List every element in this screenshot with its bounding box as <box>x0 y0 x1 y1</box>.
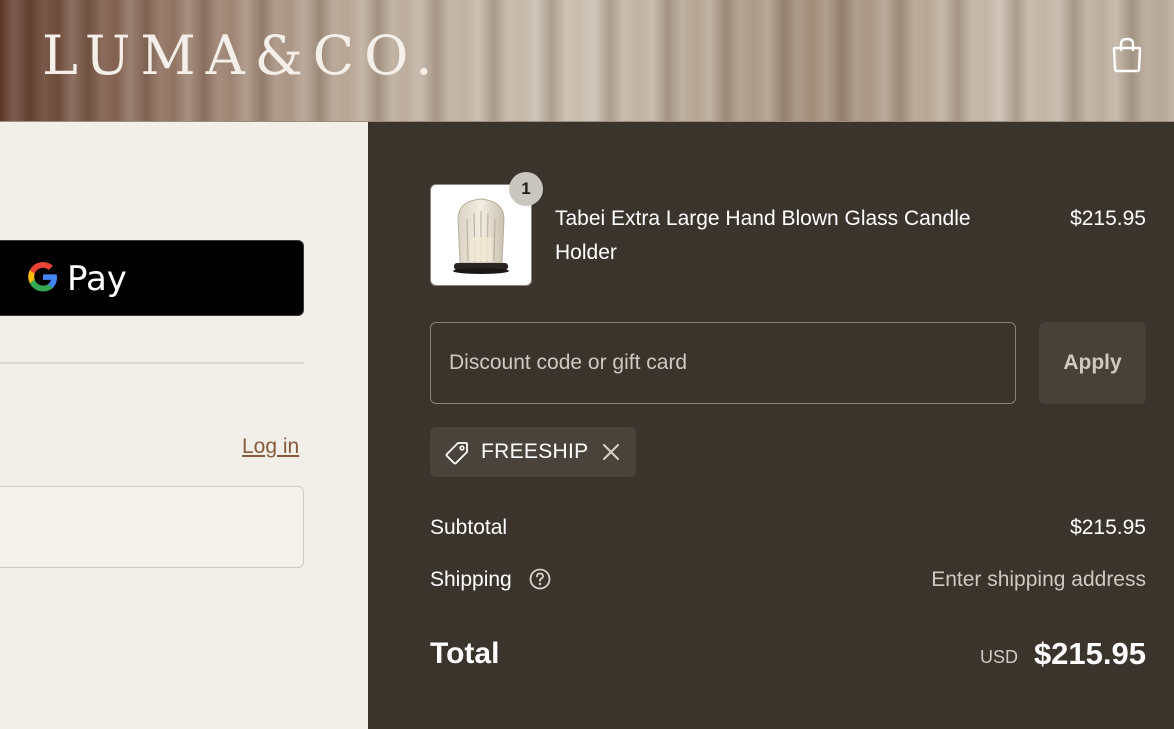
total-label: Total <box>430 637 500 670</box>
quantity-badge: 1 <box>509 172 543 206</box>
shipping-value: Enter shipping address <box>931 568 1146 591</box>
shipping-label: Shipping <box>430 568 512 591</box>
total-value: $215.95 <box>1033 636 1146 671</box>
tag-icon <box>445 442 468 465</box>
total-currency: USD <box>979 647 1018 667</box>
checkout-form-panel: Pay Log in <box>0 122 368 729</box>
apply-discount-button[interactable]: Apply <box>1039 322 1146 404</box>
close-icon[interactable] <box>602 443 620 461</box>
login-link[interactable]: Log in <box>242 434 299 460</box>
order-summary-panel: 1 Tabei Extra Large Hand Blown Glass Can… <box>368 122 1174 729</box>
applied-discount-tag: FREESHIP <box>430 427 636 477</box>
subtotal-value: $215.95 <box>1070 516 1146 539</box>
product-price: $215.95 <box>1070 207 1146 230</box>
candle-holder-image <box>453 198 509 274</box>
discount-code-label: FREESHIP <box>481 440 589 463</box>
store-header: LUMA&CO. <box>0 0 1174 122</box>
shopping-bag-icon <box>1112 37 1142 73</box>
google-pay-label: Pay <box>67 259 127 299</box>
discount-code-input[interactable] <box>430 322 1016 404</box>
section-divider <box>0 362 304 364</box>
cart-button[interactable] <box>1110 36 1144 74</box>
question-circle-icon[interactable] <box>529 568 551 590</box>
product-name: Tabei Extra Large Hand Blown Glass Candl… <box>555 207 971 264</box>
email-field[interactable] <box>0 486 304 568</box>
google-pay-button[interactable]: Pay <box>0 240 304 316</box>
google-g-icon <box>28 262 57 292</box>
subtotal-label: Subtotal <box>430 516 508 539</box>
brand-logo[interactable]: LUMA&CO. <box>42 24 442 88</box>
